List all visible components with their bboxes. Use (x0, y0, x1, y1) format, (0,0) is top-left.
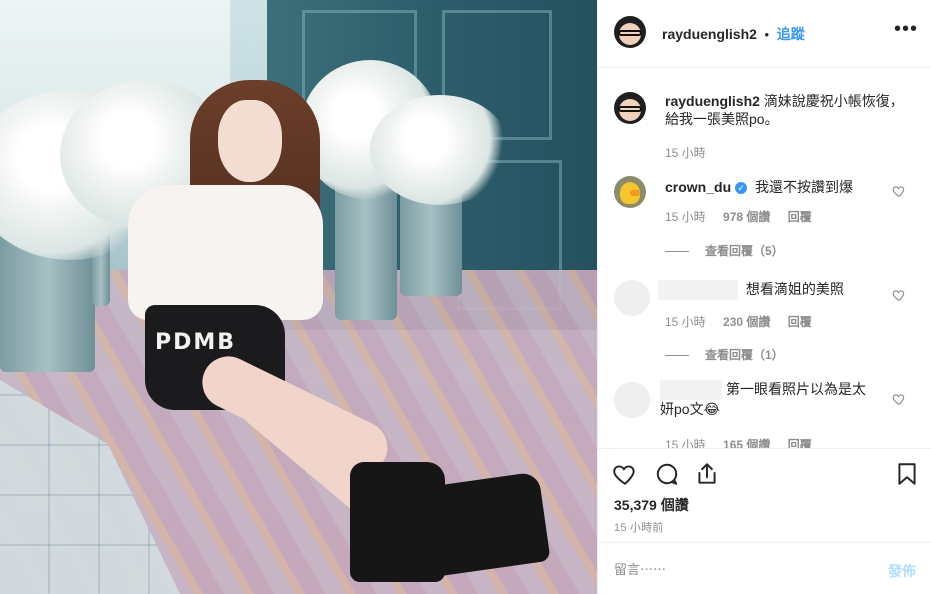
posted-time[interactable]: 15 小時前 (614, 519, 664, 535)
caption-text-line2: 給我一張美照po。 (665, 111, 779, 127)
comment-likes[interactable]: 978 個讚 (723, 210, 770, 224)
header-username[interactable]: rayduenglish2 (662, 26, 757, 42)
comment-time[interactable]: 15 小時 (665, 438, 706, 448)
follow-button[interactable]: 追蹤 (777, 26, 805, 42)
comment-text-line2: 妍po文😂 (660, 401, 720, 417)
skirt-print: PDMB (155, 330, 237, 355)
avatar[interactable] (614, 16, 646, 48)
view-replies-label: 查看回覆（5） (705, 244, 784, 258)
comment-text: 第一眼看照片以為是太 (726, 381, 866, 397)
comment-input[interactable] (614, 557, 864, 581)
girl-face (218, 100, 282, 182)
comment-text: 我還不按讚到爆 (755, 179, 854, 195)
comment-time[interactable]: 15 小時 (665, 210, 706, 224)
divider-line (665, 251, 689, 253)
comment-likes[interactable]: 165 個讚 (723, 438, 770, 448)
post-actions: 35,379 個讚 15 小時前 (598, 448, 931, 542)
post-comment-button[interactable]: 發佈 (888, 561, 916, 581)
like-comment-heart-icon[interactable] (892, 288, 906, 302)
comment-text: 想看滴姐的美照 (745, 281, 844, 297)
boot (409, 471, 551, 579)
avatar[interactable] (614, 382, 650, 418)
comments-list[interactable]: rayduenglish2 滴妹說慶祝小帳恢復， 給我一張美照po。 15 小時… (598, 68, 931, 448)
comment-time[interactable]: 15 小時 (665, 315, 706, 329)
bookmark-icon[interactable] (894, 461, 920, 487)
comment-icon[interactable] (654, 461, 680, 487)
share-icon[interactable] (694, 461, 720, 487)
caption-text: 滴妹說慶祝小帳恢復， (763, 93, 904, 109)
divider-line (665, 355, 689, 357)
caption-time[interactable]: 15 小時 (665, 146, 706, 160)
censored-username[interactable] (658, 280, 738, 300)
reply-button[interactable]: 回覆 (788, 438, 812, 448)
heart-icon[interactable] (612, 461, 638, 487)
avatar[interactable] (614, 280, 650, 316)
avatar[interactable] (614, 92, 646, 124)
caption-username[interactable]: rayduenglish2 (665, 93, 760, 109)
view-replies-label: 查看回覆（1） (705, 348, 784, 362)
post-photo[interactable]: PDMB (0, 0, 597, 594)
likes-count[interactable]: 35,379 個讚 (614, 495, 689, 515)
like-comment-heart-icon[interactable] (892, 184, 906, 198)
censored-username[interactable] (660, 380, 722, 400)
add-comment-bar: 發佈 (598, 542, 931, 594)
view-replies-button[interactable]: 查看回覆（1） (665, 346, 784, 363)
flower-bouquet (370, 95, 510, 205)
girl-white-top (128, 185, 323, 320)
more-options-icon[interactable]: ••• (894, 19, 918, 42)
separator-dot: • (764, 27, 770, 42)
like-comment-heart-icon[interactable] (892, 392, 906, 406)
comment-username[interactable]: crown_du (665, 179, 731, 195)
verified-badge-icon: ✓ (735, 182, 748, 195)
reply-button[interactable]: 回覆 (788, 315, 812, 329)
comment-likes[interactable]: 230 個讚 (723, 315, 770, 329)
reply-button[interactable]: 回覆 (788, 210, 812, 224)
avatar[interactable] (614, 176, 646, 208)
post-header: rayduenglish2 • 追蹤 ••• (598, 0, 931, 68)
post-side-panel: rayduenglish2 • 追蹤 ••• rayduenglish2 滴妹說… (597, 0, 931, 594)
view-replies-button[interactable]: 查看回覆（5） (665, 242, 784, 259)
